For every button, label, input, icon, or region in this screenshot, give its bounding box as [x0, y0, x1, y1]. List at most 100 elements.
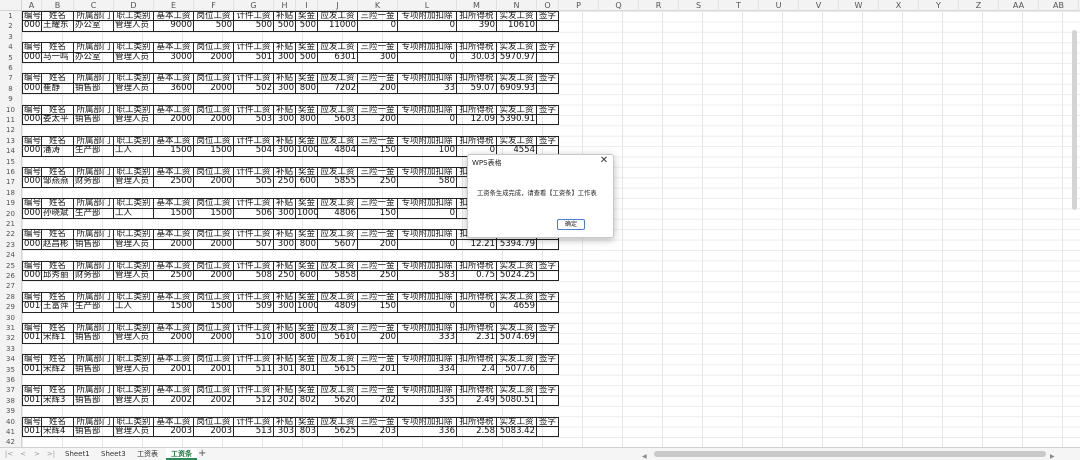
data-cell[interactable]: 504 — [234, 146, 274, 157]
header-cell[interactable]: 扣所得税 — [457, 42, 497, 53]
data-cell[interactable]: 11000 — [318, 21, 358, 32]
header-cell[interactable]: 姓名 — [42, 42, 74, 53]
header-cell[interactable]: 应发工资 — [318, 229, 358, 240]
header-cell[interactable]: 岗位工资 — [194, 198, 234, 209]
vertical-scrollbar[interactable] — [1072, 30, 1077, 210]
header-cell[interactable]: 应发工资 — [318, 73, 358, 84]
header-cell[interactable]: 扣所得税 — [457, 135, 497, 147]
header-cell[interactable]: 职工类别 — [114, 198, 154, 209]
data-cell[interactable]: 513 — [234, 427, 274, 438]
header-cell[interactable]: 岗位工资 — [194, 73, 234, 84]
row-header[interactable]: 17 — [0, 177, 21, 187]
header-cell[interactable]: 应发工资 — [318, 198, 358, 209]
data-cell[interactable]: 0 — [398, 208, 457, 219]
data-cell[interactable]: 管理人员 — [114, 271, 154, 282]
data-cell[interactable] — [537, 239, 559, 251]
row-header[interactable]: 12 — [0, 125, 21, 135]
header-cell[interactable]: 职工类别 — [114, 385, 154, 396]
row-header[interactable]: 38 — [0, 396, 21, 406]
data-cell[interactable]: 0003 — [22, 83, 42, 95]
data-cell[interactable]: 邱秀丽 — [42, 271, 74, 282]
header-cell[interactable]: 签字 — [537, 385, 559, 396]
header-cell[interactable]: 签字 — [537, 354, 559, 365]
header-cell[interactable]: 所属部门 — [74, 385, 114, 396]
data-cell[interactable]: 200 — [358, 333, 398, 344]
header-cell[interactable]: 三险一金 — [358, 416, 398, 427]
header-cell[interactable]: 奖金 — [296, 42, 318, 53]
header-cell[interactable]: 岗位工资 — [194, 42, 234, 53]
data-cell[interactable]: 334 — [398, 364, 457, 375]
data-cell[interactable]: 2000 — [194, 115, 234, 126]
data-cell[interactable]: 2000 — [154, 239, 194, 251]
data-cell[interactable]: 宋辉2 — [42, 364, 74, 375]
data-cell[interactable]: 管理人员 — [114, 427, 154, 438]
data-cell[interactable]: 583 — [398, 271, 457, 282]
header-cell[interactable]: 计件工资 — [234, 260, 274, 271]
header-cell[interactable]: 所属部门 — [74, 167, 114, 178]
row-header[interactable]: 33 — [0, 344, 21, 354]
tab-payslip[interactable]: 工资条 — [166, 448, 197, 460]
header-cell[interactable]: 编号 — [22, 167, 42, 178]
data-cell[interactable]: 4809 — [318, 302, 358, 313]
header-cell[interactable]: 计件工资 — [234, 104, 274, 115]
data-cell[interactable]: 管理人员 — [114, 239, 154, 251]
data-cell[interactable]: 506 — [234, 208, 274, 219]
header-cell[interactable]: 职工类别 — [114, 167, 154, 178]
data-cell[interactable]: 500 — [296, 52, 318, 63]
row-header[interactable]: 34 — [0, 354, 21, 364]
header-cell[interactable]: 应发工资 — [318, 385, 358, 396]
column-header[interactable]: F — [194, 0, 234, 11]
data-cell[interactable]: 3600 — [154, 83, 194, 95]
header-cell[interactable]: 所属部门 — [74, 229, 114, 240]
data-cell[interactable]: 销售部 — [74, 427, 114, 438]
header-cell[interactable]: 应发工资 — [318, 42, 358, 53]
data-cell[interactable]: 0 — [398, 52, 457, 63]
data-cell[interactable]: 2.49 — [457, 395, 497, 407]
data-cell[interactable]: 335 — [398, 395, 457, 407]
header-cell[interactable]: 所属部门 — [74, 260, 114, 271]
data-cell[interactable]: 3000 — [154, 52, 194, 63]
header-cell[interactable]: 三险一金 — [358, 323, 398, 334]
data-cell[interactable]: 300 — [274, 115, 296, 126]
header-cell[interactable]: 应发工资 — [318, 260, 358, 271]
header-cell[interactable]: 应发工资 — [318, 416, 358, 427]
data-cell[interactable]: 0005 — [22, 146, 42, 157]
data-cell[interactable]: 销售部 — [74, 364, 114, 375]
row-header[interactable]: 24 — [0, 250, 21, 260]
data-cell[interactable]: 管理人员 — [114, 83, 154, 95]
header-cell[interactable]: 专项附加扣除 — [398, 73, 457, 84]
header-cell[interactable]: 专项附加扣除 — [398, 323, 457, 334]
data-cell[interactable]: 5620 — [318, 395, 358, 407]
header-cell[interactable]: 扣所得税 — [457, 385, 497, 396]
header-cell[interactable]: 计件工资 — [234, 198, 274, 209]
data-cell[interactable]: 0 — [457, 302, 497, 313]
row-header[interactable]: 23 — [0, 240, 21, 250]
header-cell[interactable]: 岗位工资 — [194, 104, 234, 115]
data-cell[interactable]: 0004 — [22, 115, 42, 126]
header-cell[interactable]: 姓名 — [42, 167, 74, 178]
row-header[interactable]: 22 — [0, 229, 21, 239]
data-cell[interactable]: 2002 — [154, 395, 194, 407]
data-cell[interactable]: 508 — [234, 271, 274, 282]
header-cell[interactable]: 奖金 — [296, 323, 318, 334]
data-cell[interactable]: 512 — [234, 395, 274, 407]
row-header[interactable]: 6 — [0, 63, 21, 73]
horizontal-scrollbar[interactable]: ◀ ▶ — [640, 451, 1060, 460]
header-cell[interactable]: 编号 — [22, 385, 42, 396]
header-cell[interactable]: 扣所得税 — [457, 323, 497, 334]
header-cell[interactable]: 编号 — [22, 260, 42, 271]
header-cell[interactable]: 奖金 — [296, 198, 318, 209]
first-sheet-nav-icon[interactable]: |< — [4, 449, 14, 459]
header-cell[interactable]: 岗位工资 — [194, 229, 234, 240]
data-cell[interactable]: 销售部 — [74, 83, 114, 95]
data-cell[interactable]: 2000 — [194, 83, 234, 95]
header-cell[interactable]: 实发工资 — [497, 385, 537, 396]
header-cell[interactable]: 基本工资 — [154, 135, 194, 147]
header-cell[interactable]: 基本工资 — [154, 104, 194, 115]
header-cell[interactable]: 基本工资 — [154, 291, 194, 303]
header-cell[interactable]: 三险一金 — [358, 229, 398, 240]
column-header[interactable]: V — [799, 0, 839, 11]
header-cell[interactable]: 姓名 — [42, 354, 74, 365]
data-cell[interactable]: 300 — [274, 208, 296, 219]
header-cell[interactable]: 签字 — [537, 323, 559, 334]
